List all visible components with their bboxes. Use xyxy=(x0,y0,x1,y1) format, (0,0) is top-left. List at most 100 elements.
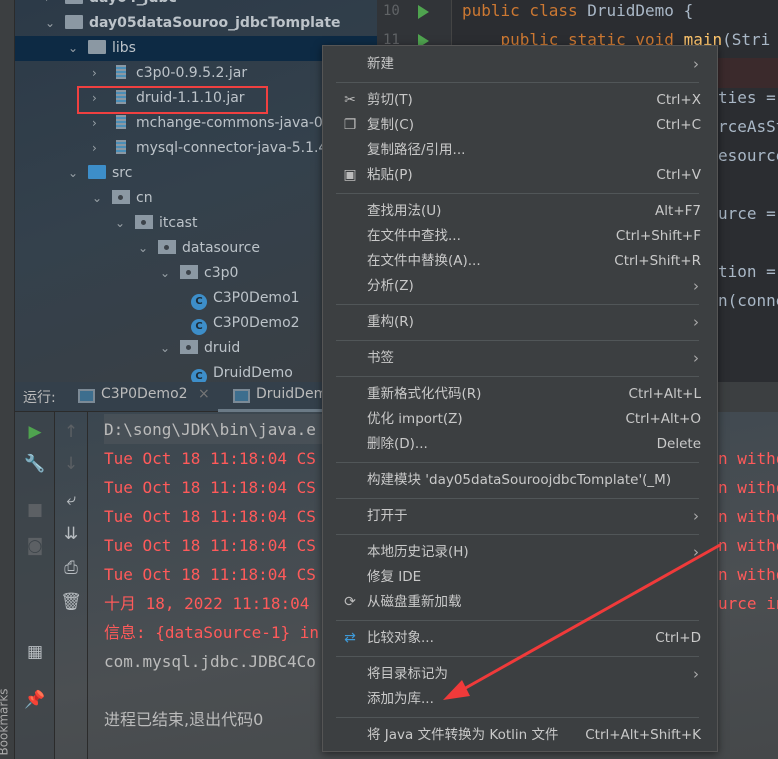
tree-item-label: DruidDemo xyxy=(213,365,293,381)
wrench-icon[interactable]: 🔧 xyxy=(23,454,47,474)
chevron-down-icon[interactable]: ⌄ xyxy=(160,261,180,286)
chevron-down-icon[interactable]: ⌄ xyxy=(115,211,135,236)
tree-item-label: libs xyxy=(112,40,136,56)
menu-item[interactable]: 重构(R) › xyxy=(323,310,717,335)
menu-item[interactable]: 添加为库... xyxy=(323,687,717,712)
menu-item[interactable]: 修复 IDE xyxy=(323,565,717,590)
menu-item[interactable]: 书签 › xyxy=(323,346,717,371)
chevron-down-icon[interactable]: ⌄ xyxy=(68,36,88,61)
camera-icon[interactable]: ◙ xyxy=(23,536,47,556)
run-toolbar: ▶ 🔧 ■ ◙ ▦ 📌 xyxy=(15,412,55,759)
tree-item[interactable]: C C3P0Demo1 xyxy=(183,286,300,311)
menu-item[interactable]: 新建 › xyxy=(323,52,717,77)
tree-item[interactable]: ⌄ day05dataSouroo_jdbcTomplate xyxy=(45,11,341,36)
menu-item-shortcut: Alt+F7 xyxy=(655,203,701,219)
close-tab-icon[interactable]: × xyxy=(198,386,210,402)
menu-item[interactable]: 分析(Z) › xyxy=(323,274,717,299)
tree-item-label: datasource xyxy=(182,240,261,256)
menu-item[interactable]: 删除(D)... Delete xyxy=(323,432,717,457)
menu-item[interactable]: 在文件中替换(A)... Ctrl+Shift+R xyxy=(323,249,717,274)
layout-icon[interactable]: ▦ xyxy=(23,642,47,662)
chevron-down-icon[interactable]: ⌄ xyxy=(45,11,65,36)
menu-item[interactable]: 查找用法(U) Alt+F7 xyxy=(323,199,717,224)
tree-item[interactable]: ⌄ druid xyxy=(160,336,240,361)
tree-item[interactable]: ⌄ libs xyxy=(68,36,136,61)
run-gutter-icon[interactable] xyxy=(418,5,429,19)
code-fragment: rceAsSt xyxy=(718,117,778,136)
tree-item[interactable]: › day04_jdbc xyxy=(45,0,177,11)
menu-item[interactable]: 将目录标记为 › xyxy=(323,662,717,687)
tree-item[interactable]: ⌄ c3p0 xyxy=(160,261,238,286)
reload-icon: ⟳ xyxy=(344,594,356,610)
menu-item[interactable]: 在文件中查找... Ctrl+Shift+F xyxy=(323,224,717,249)
menu-item[interactable]: ⟳ 从磁盘重新加载 xyxy=(323,590,717,615)
tree-item[interactable]: ⌄ cn xyxy=(92,186,153,211)
tree-item-label: mysql-connector-java-5.1.47 xyxy=(136,140,337,156)
menu-item-label: 比较对象... xyxy=(367,630,434,646)
menu-item[interactable]: 复制路径/引用... xyxy=(323,138,717,163)
rerun-icon[interactable]: ▶ xyxy=(23,422,47,442)
console-line: com.mysql.jdbc.JDBC4Co xyxy=(104,652,316,671)
tree-item[interactable]: ⌄ datasource xyxy=(138,236,260,261)
menu-separator xyxy=(323,615,717,626)
tree-item[interactable]: › c3p0-0.9.5.2.jar xyxy=(92,61,247,86)
package-icon xyxy=(158,240,176,254)
tree-item[interactable]: ⌄ src xyxy=(68,161,132,186)
tree-item[interactable]: ⌄ itcast xyxy=(115,211,197,236)
chevron-down-icon[interactable]: ⌄ xyxy=(160,336,180,361)
bookmarks-tab[interactable]: Bookmarks xyxy=(0,688,11,755)
menu-item[interactable]: 构建模块 'day05dataSouroojdbcTomplate'(_M) xyxy=(323,468,717,493)
chevron-down-icon[interactable]: ⌄ xyxy=(92,186,112,211)
run-config-icon xyxy=(233,389,250,403)
console-line: D:\song\JDK\bin\java.e xyxy=(104,420,316,439)
menu-item-label: 复制(C) xyxy=(367,117,414,133)
menu-item[interactable]: ❐ 复制(C) Ctrl+C xyxy=(323,113,717,138)
chevron-right-icon: › xyxy=(693,665,699,683)
menu-item-label: 新建 xyxy=(367,56,394,72)
menu-item-shortcut: Ctrl+X xyxy=(656,92,701,108)
chevron-right-icon[interactable]: › xyxy=(92,61,112,86)
tree-item-label: C3P0Demo2 xyxy=(213,315,300,331)
console-line: Tue Oct 18 11:18:04 CS xyxy=(104,507,316,526)
menu-item[interactable]: ✂ 剪切(T) Ctrl+X xyxy=(323,88,717,113)
menu-item[interactable]: 优化 import(Z) Ctrl+Alt+O xyxy=(323,407,717,432)
menu-item-shortcut: Ctrl+D xyxy=(655,630,701,646)
run-tab-druiddemo[interactable]: DruidDem xyxy=(256,386,327,402)
module-icon xyxy=(65,15,83,29)
menu-item-label: 复制路径/引用... xyxy=(367,142,466,158)
trash-icon[interactable]: 🗑 xyxy=(59,592,83,612)
menu-separator xyxy=(323,712,717,723)
tree-item[interactable]: C C3P0Demo2 xyxy=(183,311,300,336)
menu-separator xyxy=(323,299,717,310)
menu-item[interactable]: ▣ 粘贴(P) Ctrl+V xyxy=(323,163,717,188)
soft-wrap-icon[interactable]: ⤶ xyxy=(59,490,83,510)
chevron-right-icon[interactable]: › xyxy=(92,136,112,161)
chevron-down-icon[interactable]: ⌄ xyxy=(138,236,158,261)
run-tab-c3p0demo2[interactable]: C3P0Demo2 xyxy=(101,386,188,402)
menu-item-label: 本地历史记录(H) xyxy=(367,544,469,560)
module-icon xyxy=(65,0,83,4)
tree-item[interactable]: › mchange-commons-java-0. xyxy=(92,111,327,136)
pin-icon[interactable]: 📌 xyxy=(23,690,47,710)
arrow-up-icon[interactable]: ↑ xyxy=(59,422,83,442)
scroll-to-end-icon[interactable]: ⇊ xyxy=(59,524,83,544)
print-icon[interactable]: ⎙ xyxy=(59,558,83,578)
tree-item[interactable]: › mysql-connector-java-5.1.47 xyxy=(92,136,336,161)
clipboard-icon: ▣ xyxy=(343,167,357,183)
menu-item-label: 剪切(T) xyxy=(367,92,413,108)
chevron-right-icon[interactable]: › xyxy=(92,111,112,136)
chevron-right-icon[interactable]: › xyxy=(45,0,65,11)
menu-item[interactable]: 打开于 › xyxy=(323,504,717,529)
menu-item-shortcut: Ctrl+Alt+O xyxy=(625,411,701,427)
stop-icon[interactable]: ■ xyxy=(23,500,47,520)
arrow-down-icon[interactable]: ↓ xyxy=(59,454,83,474)
menu-item[interactable]: 重新格式化代码(R) Ctrl+Alt+L xyxy=(323,382,717,407)
menu-item[interactable]: 将 Java 文件转换为 Kotlin 文件 Ctrl+Alt+Shift+K xyxy=(323,723,717,748)
menu-item-label: 删除(D)... xyxy=(367,436,428,452)
menu-item[interactable]: ⇄ 比较对象... Ctrl+D xyxy=(323,626,717,651)
menu-item-shortcut: Ctrl+Shift+F xyxy=(615,228,701,244)
menu-item[interactable]: 本地历史记录(H) › xyxy=(323,540,717,565)
console-fragment: n witho xyxy=(718,565,778,584)
chevron-down-icon[interactable]: ⌄ xyxy=(68,161,88,186)
code-token: DruidDemo { xyxy=(587,1,694,20)
